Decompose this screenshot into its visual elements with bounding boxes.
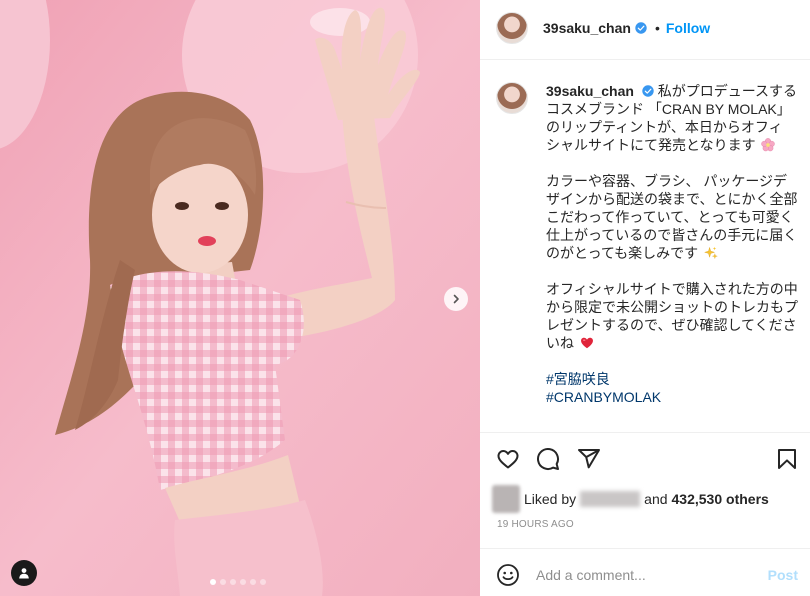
- caption-line: のリップティントが、本日からオフィ: [546, 119, 783, 135]
- divider: [480, 432, 810, 433]
- user-tag-icon: [19, 568, 29, 579]
- carousel-dot: [230, 579, 236, 585]
- caption-line-text: いね: [546, 335, 574, 351]
- cherry-blossom-emoji: [761, 138, 776, 152]
- avatar[interactable]: [496, 12, 528, 44]
- caption-line: レゼントするので、ぜひ確認してくださ: [546, 317, 797, 333]
- comment-input[interactable]: [536, 563, 736, 587]
- separator-dot: •: [654, 20, 660, 36]
- caption-line: オフィシャルサイトで購入された方の中: [546, 281, 798, 297]
- bookmark-icon[interactable]: [775, 447, 799, 471]
- post-comment-button[interactable]: Post: [768, 566, 798, 584]
- sparkles-emoji: [704, 246, 718, 260]
- red-heart-emoji: [580, 337, 593, 349]
- post-header: 39saku_chan • Follow: [480, 0, 810, 60]
- user-tags-button[interactable]: [11, 560, 37, 586]
- smiley-icon[interactable]: [496, 563, 520, 587]
- caption-line: カラーや容器、ブラシ、 パッケージデ: [546, 173, 788, 189]
- hashtag-link[interactable]: #宮脇咲良: [546, 370, 798, 388]
- chevron-right-icon: [453, 294, 459, 304]
- caption-paragraph: 39saku_chan 私がプロデュースする コスメブランド 「CRAN BY …: [546, 82, 798, 154]
- liker-name-blurred[interactable]: [580, 491, 641, 507]
- caption-line: 39saku_chan 私がプロデュースする: [546, 82, 798, 100]
- caption-line: シャルサイトにて発売となります: [546, 136, 798, 154]
- caption-line-text: のがとっても楽しみです: [546, 245, 699, 261]
- verified-badge-icon: [635, 22, 647, 34]
- verified-badge-icon: [642, 85, 654, 97]
- carousel-dot: [260, 579, 266, 585]
- likes-summary: Liked by and 432,530 others: [492, 485, 769, 513]
- caption-paragraph: オフィシャルサイトで購入された方の中 から限定で未公開ショットのトレカもプ レゼ…: [546, 280, 798, 352]
- carousel-dot: [250, 579, 256, 585]
- liker-avatar-blurred[interactable]: [492, 485, 520, 513]
- follow-button[interactable]: Follow: [666, 20, 710, 36]
- post-media[interactable]: [0, 0, 480, 596]
- post-timestamp[interactable]: 19 HOURS AGO: [497, 519, 574, 531]
- post-panel: 39saku_chan • Follow 39saku_chan 私がプロデュー…: [480, 0, 810, 596]
- caption-line: から限定で未公開ショットのトレカもプ: [546, 299, 798, 315]
- caption-line: のがとっても楽しみです: [546, 244, 798, 262]
- liked-by-label: Liked by: [524, 491, 577, 507]
- caption-paragraph: カラーや容器、ブラシ、 パッケージデ ザインから配送の袋まで、とにかく全部 こだ…: [546, 172, 798, 262]
- lips: [198, 236, 216, 246]
- hashtag-link[interactable]: #CRANBYMOLAK: [546, 388, 798, 406]
- caption-line: 仕上がっているので皆さんの手元に届く: [546, 227, 798, 243]
- caption-line-text: 私がプロデュースする: [657, 83, 798, 99]
- heart-icon[interactable]: [496, 447, 520, 471]
- caption-line: ザインから配送の袋まで、とにかく全部: [546, 191, 798, 207]
- divider: [480, 548, 810, 549]
- post-photo: [0, 0, 480, 596]
- carousel-dot: [240, 579, 246, 585]
- caption-avatar[interactable]: [496, 82, 528, 114]
- carousel-dot-active: [210, 579, 216, 585]
- carousel-dot: [220, 579, 226, 585]
- caption-line: コスメブランド 「CRAN BY MOLAK」: [546, 101, 791, 117]
- likes-count-link[interactable]: 432,530 others: [672, 491, 769, 507]
- caption-line: こだわって作っていて、とっても可愛く: [546, 209, 794, 225]
- username-link[interactable]: 39saku_chan: [543, 20, 631, 36]
- share-icon[interactable]: [577, 447, 601, 471]
- caption-area[interactable]: 39saku_chan 私がプロデュースする コスメブランド 「CRAN BY …: [480, 60, 810, 432]
- header-user-row: 39saku_chan • Follow: [543, 19, 710, 37]
- caption-text: 39saku_chan 私がプロデュースする コスメブランド 「CRAN BY …: [546, 82, 798, 406]
- carousel-next-button[interactable]: [444, 287, 468, 311]
- right-eye: [215, 202, 229, 210]
- caption-username-link[interactable]: 39saku_chan: [546, 83, 634, 99]
- caption-line-text: シャルサイトにて発売となります: [546, 137, 756, 153]
- carousel-indicator: [210, 579, 270, 585]
- caption-line: いね: [546, 334, 798, 352]
- likes-conjunction: and: [644, 491, 668, 507]
- comment-icon[interactable]: [536, 447, 560, 471]
- left-eye: [175, 202, 189, 210]
